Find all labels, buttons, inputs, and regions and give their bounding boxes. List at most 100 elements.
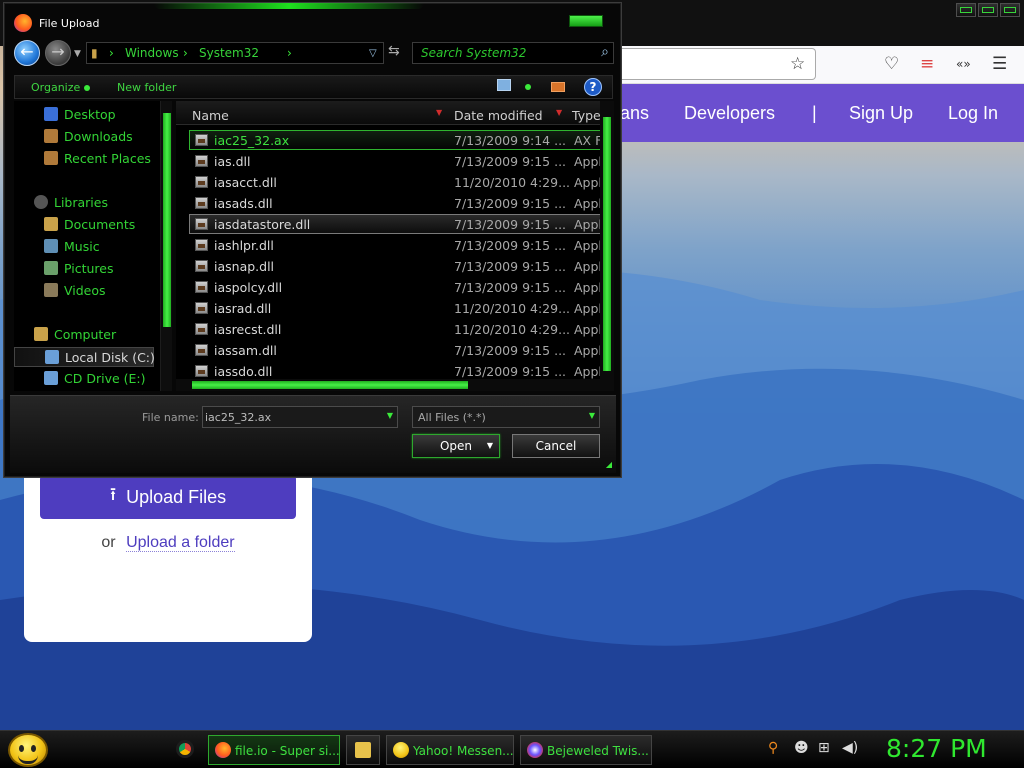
column-name-header[interactable]: Name <box>192 108 229 123</box>
file-row[interactable]: iassam.dll 7/13/2009 9:15 ... Appli <box>176 340 605 361</box>
file-row[interactable]: iac25_32.ax 7/13/2009 9:14 ... AX F <box>176 130 602 151</box>
column-date-header[interactable]: Date modified <box>454 108 543 123</box>
refresh-icon[interactable]: ⇆ <box>388 43 400 59</box>
back-button[interactable]: ← <box>14 40 40 66</box>
new-folder-button[interactable]: New folder <box>117 81 176 94</box>
task-yahoo-messenger[interactable]: Yahoo! Messen... <box>386 735 514 765</box>
nav-item-recent-places[interactable]: Recent Places <box>14 149 154 169</box>
task-explorer[interactable] <box>346 735 380 765</box>
file-icon <box>195 218 208 230</box>
close-button[interactable] <box>1000 3 1020 17</box>
chevron-down-icon[interactable]: ▽ <box>369 48 377 59</box>
task-firefox[interactable]: file.io - Super si... <box>208 735 340 765</box>
file-date: 7/13/2009 9:15 ... <box>454 196 567 211</box>
file-row[interactable]: iasrad.dll 11/20/2010 4:29... Appli <box>176 298 605 319</box>
extensions-icon[interactable]: «» <box>956 57 971 71</box>
file-row[interactable]: ias.dll 7/13/2009 9:15 ... Appli <box>176 151 605 172</box>
preview-pane-icon[interactable] <box>551 82 565 92</box>
view-options-icon[interactable] <box>497 79 511 91</box>
file-list-horizontal-scrollbar[interactable] <box>176 379 600 391</box>
volume-icon[interactable]: ◀) <box>842 740 858 756</box>
chevron-down-icon[interactable]: ▼ <box>387 411 393 420</box>
nav-item-cd-drive[interactable]: CD Drive (E:) <box>14 369 154 389</box>
upload-folder-link[interactable]: Upload a folder <box>126 534 235 552</box>
nav-divider: | <box>812 103 817 123</box>
task-bejeweled[interactable]: Bejeweled Twis... <box>520 735 652 765</box>
column-type-header[interactable]: Type <box>572 108 601 123</box>
network-icon[interactable]: ⊞ <box>818 740 830 756</box>
breadcrumb[interactable]: ▮ › Windows › System32 › ▽ <box>86 42 384 64</box>
dialog-titlebar[interactable]: File Upload <box>4 3 621 39</box>
search-icon[interactable]: ⌕ <box>601 44 609 60</box>
file-list-vertical-scrollbar[interactable] <box>600 101 614 391</box>
nav-item-documents[interactable]: Documents <box>14 215 154 235</box>
file-row[interactable]: iasdatastore.dll 7/13/2009 9:15 ... Appli <box>176 214 605 235</box>
file-name-input[interactable] <box>205 409 381 425</box>
recent-locations-dropdown[interactable]: ▼ <box>74 49 81 59</box>
menu-icon[interactable]: ☰ <box>992 54 1007 74</box>
nav-login-link[interactable]: Log In <box>948 103 998 124</box>
file-date: 7/13/2009 9:14 ... <box>454 133 567 148</box>
bejeweled-icon <box>527 742 543 758</box>
open-dropdown-icon[interactable]: ▼ <box>487 435 493 457</box>
file-type-filter[interactable]: All Files (*.*) ▼ <box>412 406 600 428</box>
nav-item-desktop[interactable]: Desktop <box>14 105 154 125</box>
start-button[interactable] <box>8 733 48 767</box>
vertical-scrollbar-thumb[interactable] <box>603 117 611 371</box>
extension-icon[interactable]: ≡ <box>920 54 934 74</box>
dialog-close-button[interactable] <box>569 15 603 27</box>
search-input[interactable] <box>421 45 591 61</box>
file-row[interactable]: iasads.dll 7/13/2009 9:15 ... Appli <box>176 193 605 214</box>
help-icon[interactable]: ? <box>584 78 602 96</box>
nav-item-computer[interactable]: Computer <box>14 325 154 345</box>
navigation-pane: Desktop Downloads Recent Places Librarie… <box>14 101 172 391</box>
nav-item-local-disk[interactable]: Local Disk (C:) <box>14 347 155 367</box>
yahoo-tray-icon[interactable]: ☻ <box>794 740 809 756</box>
bookmark-star-icon[interactable]: ☆ <box>790 54 805 74</box>
cancel-button[interactable]: Cancel <box>512 434 600 458</box>
file-row[interactable]: iashlpr.dll 7/13/2009 9:15 ... Appli <box>176 235 605 256</box>
maximize-button[interactable] <box>978 3 998 17</box>
breadcrumb-system32[interactable]: System32 <box>199 46 259 60</box>
nav-item-pictures[interactable]: Pictures <box>14 259 154 279</box>
open-button[interactable]: Open ▼ <box>412 434 500 458</box>
nav-scrollbar-thumb[interactable] <box>163 113 171 327</box>
file-row[interactable]: iasnap.dll 7/13/2009 9:15 ... Appli <box>176 256 605 277</box>
chevron-down-icon[interactable]: ▼ <box>589 411 595 420</box>
search-icon[interactable]: ⚲ <box>768 740 778 756</box>
search-box[interactable]: ⌕ <box>412 42 614 64</box>
file-name-combo[interactable]: ▼ <box>202 406 398 428</box>
pocket-icon[interactable]: ♡ <box>884 54 899 74</box>
resize-grip-icon[interactable]: ◢ <box>606 460 612 469</box>
url-bar[interactable]: ☆ <box>620 48 816 80</box>
file-name: iasdatastore.dll <box>214 217 311 232</box>
file-type-filter-value: All Files (*.*) <box>418 411 486 424</box>
open-label: Open <box>439 439 473 453</box>
sort-arrow-icon[interactable]: ▼ <box>556 104 566 122</box>
nav-item-libraries[interactable]: Libraries <box>14 193 154 213</box>
nav-scrollbar[interactable] <box>160 101 172 391</box>
file-row[interactable]: iasacct.dll 11/20/2010 4:29... Appli <box>176 172 605 193</box>
taskbar-clock[interactable]: 8:27 PM <box>886 734 987 763</box>
downloads-icon <box>44 129 58 143</box>
minimize-button[interactable] <box>956 3 976 17</box>
breadcrumb-windows[interactable]: Windows <box>125 46 179 60</box>
file-row[interactable]: iaspolcy.dll 7/13/2009 9:15 ... Appli <box>176 277 605 298</box>
view-dropdown-icon[interactable] <box>521 80 531 93</box>
nav-plans-link[interactable]: ans <box>620 103 649 124</box>
nav-item-downloads[interactable]: Downloads <box>14 127 154 147</box>
upload-files-button[interactable]: ⭱ Upload Files <box>40 475 296 519</box>
chrome-icon[interactable] <box>176 740 194 758</box>
nav-item-music[interactable]: Music <box>14 237 154 257</box>
file-icon <box>195 281 208 293</box>
file-date: 7/13/2009 9:15 ... <box>454 343 567 358</box>
file-row[interactable]: iasrecst.dll 11/20/2010 4:29... Appli <box>176 319 605 340</box>
nav-signup-link[interactable]: Sign Up <box>849 103 913 124</box>
forward-button[interactable]: → <box>45 40 71 66</box>
organize-button[interactable]: Organize <box>31 81 91 94</box>
sort-arrow-icon[interactable]: ▼ <box>436 104 446 122</box>
nav-developers-link[interactable]: Developers <box>684 103 775 124</box>
horizontal-scrollbar-thumb[interactable] <box>192 381 468 389</box>
desktop-icon <box>44 107 58 121</box>
nav-item-videos[interactable]: Videos <box>14 281 154 301</box>
